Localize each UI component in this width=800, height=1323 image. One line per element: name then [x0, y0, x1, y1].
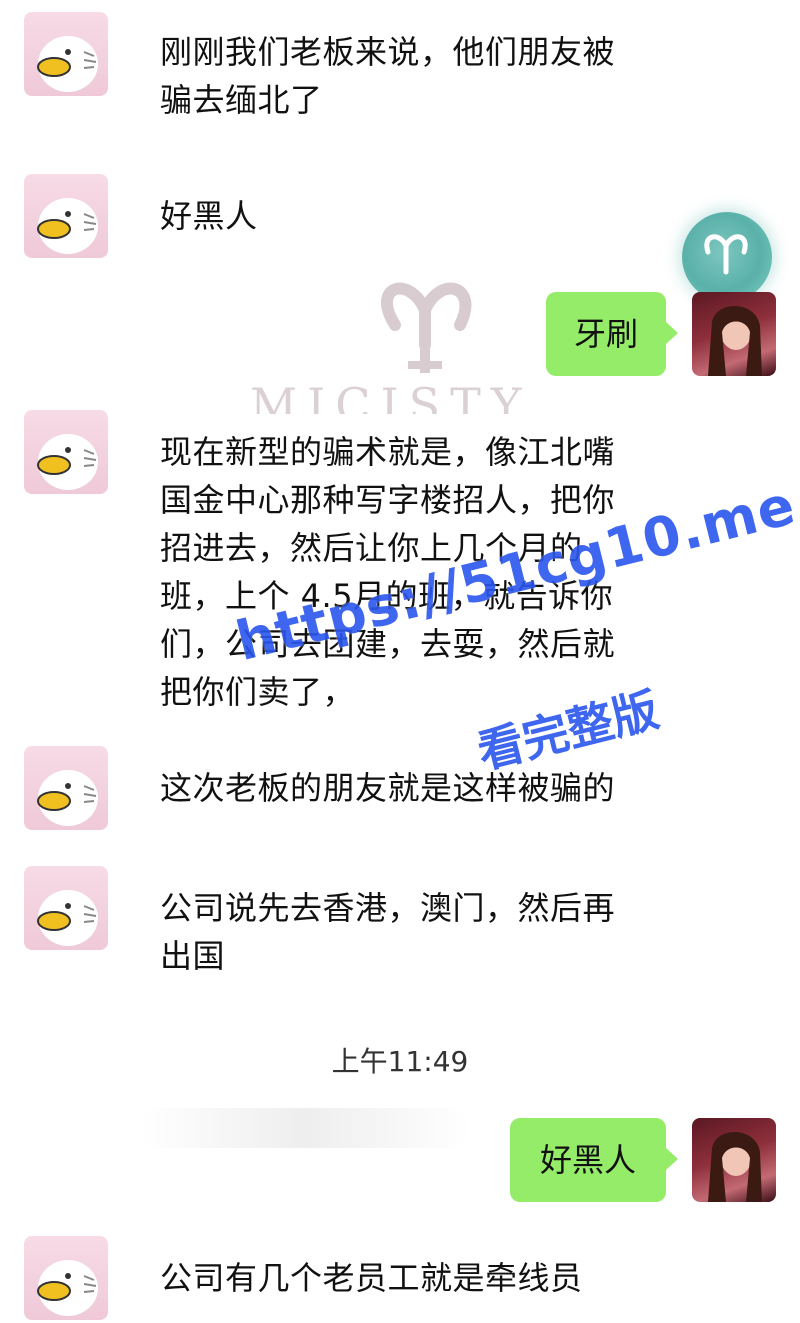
duck-avatar-icon: [37, 434, 98, 490]
duck-avatar-icon: [37, 770, 98, 826]
incoming-message: 刚刚我们老板来说，他们朋友被 骗去缅北了: [160, 33, 616, 119]
duck-avatar-icon: [37, 198, 98, 254]
contact-avatar[interactable]: [24, 410, 108, 494]
profile-photo-avatar: [708, 1131, 762, 1202]
contact-avatar[interactable]: [24, 12, 108, 96]
profile-photo-avatar: [708, 305, 762, 376]
duck-avatar-icon: [37, 1260, 98, 1316]
incoming-message: 公司说先去香港，澳门，然后再 出国: [160, 889, 616, 975]
contact-avatar[interactable]: [24, 174, 108, 258]
incoming-message: 好黑人: [160, 197, 258, 235]
aries-symbol-icon: [682, 212, 772, 302]
self-avatar[interactable]: [692, 292, 776, 376]
contact-avatar[interactable]: [24, 746, 108, 830]
self-avatar[interactable]: [692, 1118, 776, 1202]
contact-avatar[interactable]: [24, 1236, 108, 1320]
duck-avatar-icon: [37, 890, 98, 946]
message-timestamp: 上午11:49: [331, 1045, 469, 1078]
incoming-message: 公司有几个老员工就是牵线员: [160, 1259, 583, 1297]
blur-smudge: [140, 1108, 470, 1148]
outgoing-message-bubble: 好黑人: [510, 1118, 678, 1202]
incoming-message: 这次老板的朋友就是这样被骗的: [160, 769, 616, 807]
background-watermark-text: MICISTY: [250, 378, 532, 414]
duck-avatar-icon: [37, 36, 98, 92]
outgoing-message-bubble: 牙刷: [546, 292, 678, 376]
contact-avatar[interactable]: [24, 866, 108, 950]
